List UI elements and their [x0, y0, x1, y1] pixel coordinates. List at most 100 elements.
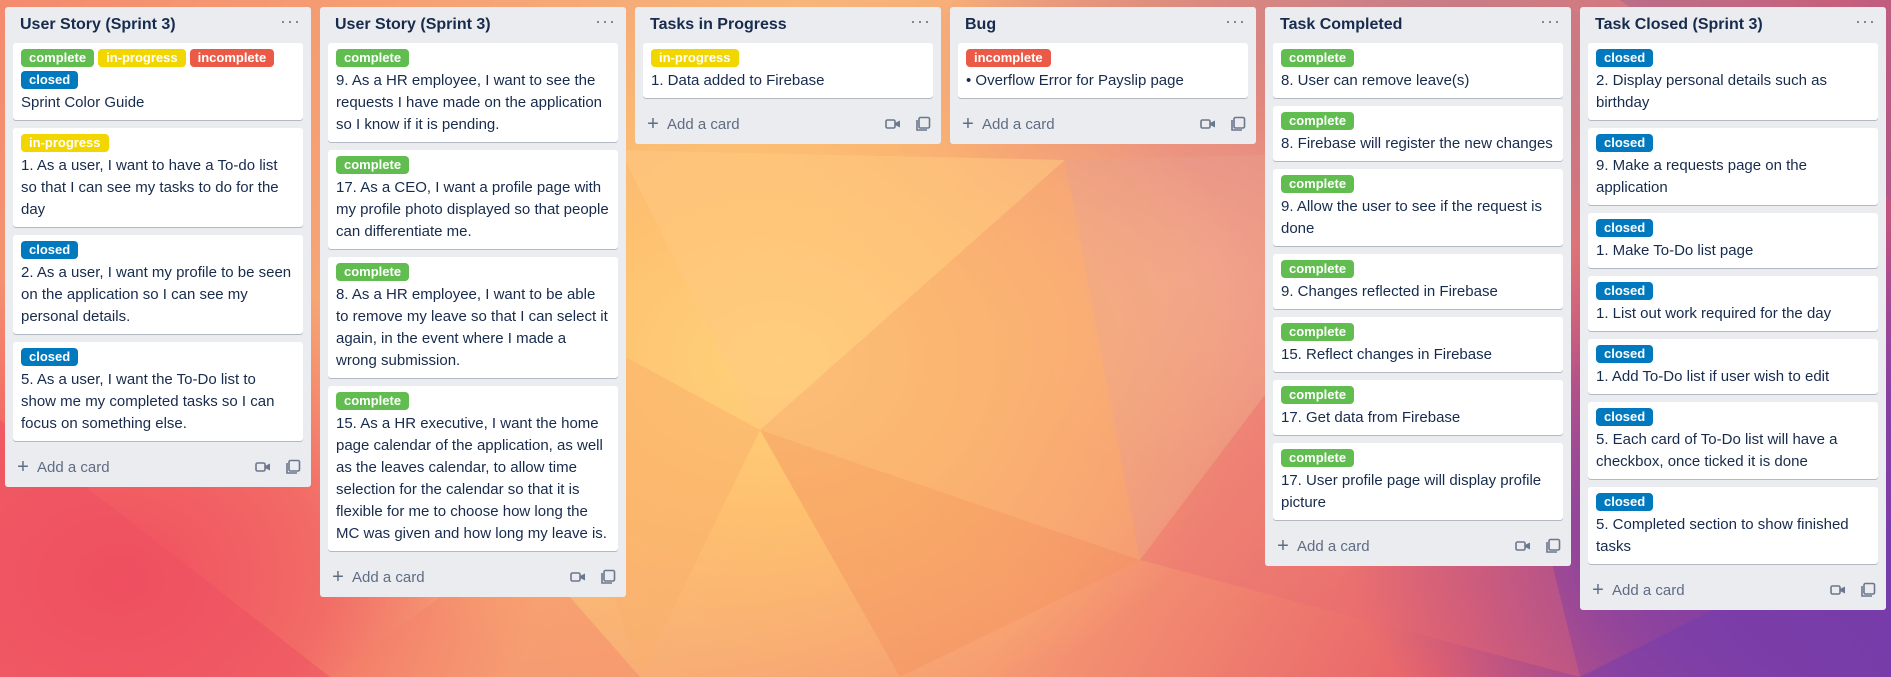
card[interactable]: in-progress 1. As a user, I want to have…: [13, 128, 303, 227]
label-closed[interactable]: closed: [1596, 134, 1654, 152]
list-title[interactable]: Tasks in Progress: [650, 16, 787, 34]
card[interactable]: closed 2. As a user, I want my profile t…: [13, 235, 303, 334]
label-closed[interactable]: closed: [21, 348, 79, 366]
label-complete[interactable]: complete: [1281, 49, 1355, 67]
card[interactable]: closed 1. Make To-Do list page: [1588, 213, 1878, 268]
label-in-progress[interactable]: in-progress: [98, 49, 186, 67]
add-card-button[interactable]: + Add a card: [1590, 579, 1684, 601]
plus-icon: +: [1592, 579, 1604, 601]
list-header: Task Completed ···: [1265, 7, 1571, 43]
add-card-button[interactable]: + Add a card: [15, 457, 109, 477]
card[interactable]: complete 8. Firebase will register the n…: [1273, 106, 1563, 161]
template-icon[interactable]: [1860, 582, 1876, 598]
ellipsis-icon[interactable]: ···: [1855, 12, 1876, 34]
footer-icons: [1830, 582, 1876, 598]
footer-icons: [1200, 116, 1246, 132]
card[interactable]: complete 17. User profile page will disp…: [1273, 443, 1563, 520]
card[interactable]: complete in-progress incomplete closed S…: [13, 43, 303, 120]
video-icon[interactable]: [1830, 582, 1846, 598]
label-complete[interactable]: complete: [336, 392, 410, 410]
card[interactable]: complete 17. As a CEO, I want a profile …: [328, 150, 618, 249]
label-incomplete[interactable]: incomplete: [189, 49, 275, 67]
list-title[interactable]: User Story (Sprint 3): [335, 16, 491, 34]
card-title: 5. Each card of To-Do list will have a c…: [1596, 431, 1838, 470]
ellipsis-icon[interactable]: ···: [910, 12, 931, 34]
label-closed[interactable]: closed: [21, 241, 79, 259]
label-closed[interactable]: closed: [1596, 408, 1654, 426]
list-header: Task Closed (Sprint 3) ···: [1580, 7, 1886, 43]
card-title: 2. As a user, I want my profile to be se…: [21, 264, 292, 325]
card-title: 1. As a user, I want to have a To-do lis…: [21, 157, 279, 218]
add-card-button[interactable]: + Add a card: [645, 114, 739, 134]
card-title: 9. Changes reflected in Firebase: [1281, 283, 1498, 300]
list-footer: + Add a card: [5, 449, 311, 485]
card-title: 1. Make To-Do list page: [1596, 242, 1754, 259]
card[interactable]: incomplete • Overflow Error for Payslip …: [958, 43, 1248, 98]
video-icon[interactable]: [570, 569, 586, 585]
card[interactable]: complete 15. As a HR executive, I want t…: [328, 386, 618, 551]
card[interactable]: closed 5. As a user, I want the To-Do li…: [13, 342, 303, 441]
ellipsis-icon[interactable]: ···: [1225, 12, 1246, 34]
card[interactable]: closed 2. Display personal details such …: [1588, 43, 1878, 120]
card-labels: complete: [1281, 112, 1555, 130]
label-incomplete[interactable]: incomplete: [966, 49, 1051, 67]
label-in-progress[interactable]: in-progress: [21, 134, 109, 152]
card[interactable]: complete 9. Changes reflected in Firebas…: [1273, 254, 1563, 309]
video-icon[interactable]: [885, 116, 901, 132]
ellipsis-icon[interactable]: ···: [595, 12, 616, 34]
label-closed[interactable]: closed: [1596, 219, 1654, 237]
label-complete[interactable]: complete: [1281, 175, 1355, 193]
label-closed[interactable]: closed: [1596, 282, 1654, 300]
label-complete[interactable]: complete: [1281, 449, 1355, 467]
card[interactable]: complete 8. As a HR employee, I want to …: [328, 257, 618, 378]
add-card-label: Add a card: [1297, 537, 1370, 555]
label-closed[interactable]: closed: [1596, 49, 1654, 67]
label-complete[interactable]: complete: [1281, 112, 1355, 130]
card[interactable]: closed 1. List out work required for the…: [1588, 276, 1878, 331]
label-complete[interactable]: complete: [21, 49, 95, 67]
card[interactable]: complete 17. Get data from Firebase: [1273, 380, 1563, 435]
card[interactable]: closed 5. Each card of To-Do list will h…: [1588, 402, 1878, 479]
label-complete[interactable]: complete: [1281, 260, 1355, 278]
card[interactable]: complete 15. Reflect changes in Firebase: [1273, 317, 1563, 372]
label-complete[interactable]: complete: [1281, 386, 1355, 404]
video-icon[interactable]: [255, 459, 271, 475]
list-title[interactable]: Task Closed (Sprint 3): [1595, 16, 1763, 34]
card[interactable]: closed 1. Add To-Do list if user wish to…: [1588, 339, 1878, 394]
template-icon[interactable]: [915, 116, 931, 132]
card[interactable]: complete 9. Allow the user to see if the…: [1273, 169, 1563, 246]
card[interactable]: complete 8. User can remove leave(s): [1273, 43, 1563, 98]
label-complete[interactable]: complete: [336, 49, 410, 67]
label-complete[interactable]: complete: [336, 156, 410, 174]
video-icon[interactable]: [1200, 116, 1216, 132]
template-icon[interactable]: [285, 459, 301, 475]
template-icon[interactable]: [1230, 116, 1246, 132]
add-card-button[interactable]: + Add a card: [330, 567, 424, 587]
video-icon[interactable]: [1515, 538, 1531, 554]
ellipsis-icon[interactable]: ···: [1540, 12, 1561, 34]
list-header: Tasks in Progress ···: [635, 7, 941, 43]
list-title[interactable]: Task Completed: [1280, 16, 1402, 34]
label-complete[interactable]: complete: [336, 263, 410, 281]
card[interactable]: in-progress 1. Data added to Firebase: [643, 43, 933, 98]
card-list: closed 2. Display personal details such …: [1580, 43, 1886, 564]
ellipsis-icon[interactable]: ···: [280, 12, 301, 34]
template-icon[interactable]: [1545, 538, 1561, 554]
list-title[interactable]: User Story (Sprint 3): [20, 16, 176, 34]
label-complete[interactable]: complete: [1281, 323, 1355, 341]
label-closed[interactable]: closed: [1596, 345, 1654, 363]
card[interactable]: closed 9. Make a requests page on the ap…: [1588, 128, 1878, 205]
card[interactable]: complete 9. As a HR employee, I want to …: [328, 43, 618, 142]
template-icon[interactable]: [600, 569, 616, 585]
label-closed[interactable]: closed: [21, 71, 79, 89]
card-labels: closed: [21, 241, 295, 259]
list-title[interactable]: Bug: [965, 16, 996, 34]
list-footer: + Add a card: [1580, 572, 1886, 608]
label-closed[interactable]: closed: [1596, 493, 1654, 511]
card-title: 5. As a user, I want the To-Do list to s…: [21, 371, 275, 432]
add-card-button[interactable]: + Add a card: [1275, 536, 1370, 556]
add-card-button[interactable]: + Add a card: [960, 114, 1054, 134]
card[interactable]: closed 5. Completed section to show fini…: [1588, 487, 1878, 564]
card-labels: closed: [1596, 219, 1870, 237]
label-in-progress[interactable]: in-progress: [651, 49, 739, 67]
